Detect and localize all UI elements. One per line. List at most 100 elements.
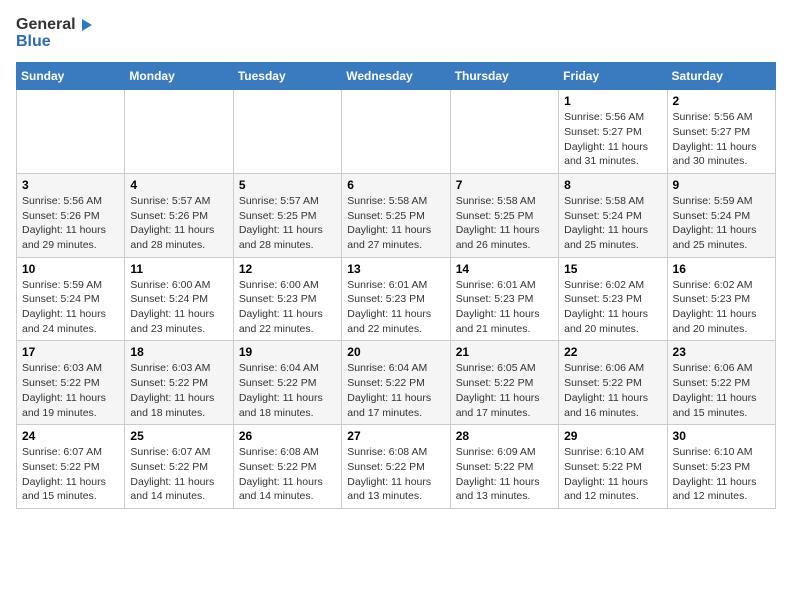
calendar-cell: 1Sunrise: 5:56 AM Sunset: 5:27 PM Daylig… [559, 90, 667, 174]
day-info: Sunrise: 6:10 AM Sunset: 5:22 PM Dayligh… [564, 445, 661, 504]
day-number: 20 [347, 345, 444, 359]
calendar-cell: 14 Sunrise: 6:01 AM Sunset: 5:23 PM Dayli… [450, 257, 558, 341]
logo: General Blue [16, 16, 94, 50]
day-info: Sunrise: 5:56 AM Sunset: 5:27 PM Dayligh… [564, 110, 661, 169]
day-info: Sunrise: 6:10 AM Sunset: 5:23 PM Dayligh… [673, 445, 770, 504]
day-number: 29 [564, 429, 661, 443]
calendar-cell: 27 Sunrise: 6:08 AM Sunset: 5:22 PM Dayli… [342, 425, 450, 509]
calendar-cell: 9Sunrise: 5:59 AM Sunset: 5:24 PM Daylig… [667, 173, 775, 257]
logo-blue-text: Blue [16, 33, 94, 51]
day-number: 25 [130, 429, 227, 443]
day-number: 5 [239, 178, 336, 192]
day-info: Sunrise: 6:06 AM Sunset: 5:22 PM Dayligh… [673, 361, 770, 420]
page-header: General Blue [16, 16, 776, 50]
day-info: Sunrise: 5:58 AM Sunset: 5:25 PM Dayligh… [347, 194, 444, 253]
calendar-cell: 6Sunrise: 5:58 AM Sunset: 5:25 PM Daylig… [342, 173, 450, 257]
calendar-cell: 29 Sunrise: 6:10 AM Sunset: 5:22 PM Dayli… [559, 425, 667, 509]
day-number: 18 [130, 345, 227, 359]
week-row-4: 24Sunrise: 6:07 AM Sunset: 5:22 PM Dayli… [17, 425, 776, 509]
day-info: Sunrise: 6:01 AM Sunset: 5:23 PM Dayligh… [347, 278, 444, 337]
calendar-cell [125, 90, 233, 174]
calendar-cell: 2 Sunrise: 5:56 AM Sunset: 5:27 PM Daylig… [667, 90, 775, 174]
day-number: 10 [22, 262, 119, 276]
day-info: Sunrise: 6:06 AM Sunset: 5:22 PM Dayligh… [564, 361, 661, 420]
weekday-header-saturday: Saturday [667, 63, 775, 90]
day-number: 7 [456, 178, 553, 192]
calendar-cell: 10 Sunrise: 5:59 AM Sunset: 5:24 PM Dayli… [17, 257, 125, 341]
calendar-cell: 19Sunrise: 6:04 AM Sunset: 5:22 PM Dayli… [233, 341, 341, 425]
day-info: Sunrise: 6:09 AM Sunset: 5:22 PM Dayligh… [456, 445, 553, 504]
day-number: 26 [239, 429, 336, 443]
calendar-cell: 16 Sunrise: 6:02 AM Sunset: 5:23 PM Dayli… [667, 257, 775, 341]
day-info: Sunrise: 6:07 AM Sunset: 5:22 PM Dayligh… [130, 445, 227, 504]
day-info: Sunrise: 6:04 AM Sunset: 5:22 PM Dayligh… [347, 361, 444, 420]
day-info: Sunrise: 6:02 AM Sunset: 5:23 PM Dayligh… [564, 278, 661, 337]
calendar-cell: 8 Sunrise: 5:58 AM Sunset: 5:24 PM Daylig… [559, 173, 667, 257]
day-info: Sunrise: 5:58 AM Sunset: 5:25 PM Dayligh… [456, 194, 553, 253]
day-info: Sunrise: 6:01 AM Sunset: 5:23 PM Dayligh… [456, 278, 553, 337]
day-info: Sunrise: 6:08 AM Sunset: 5:22 PM Dayligh… [239, 445, 336, 504]
day-info: Sunrise: 6:00 AM Sunset: 5:24 PM Dayligh… [130, 278, 227, 337]
calendar-cell: 3 Sunrise: 5:56 AM Sunset: 5:26 PM Daylig… [17, 173, 125, 257]
weekday-header-friday: Friday [559, 63, 667, 90]
day-info: Sunrise: 6:08 AM Sunset: 5:22 PM Dayligh… [347, 445, 444, 504]
day-number: 9 [673, 178, 770, 192]
day-info: Sunrise: 5:56 AM Sunset: 5:27 PM Dayligh… [673, 110, 770, 169]
calendar-cell: 12Sunrise: 6:00 AM Sunset: 5:23 PM Dayli… [233, 257, 341, 341]
day-number: 2 [673, 94, 770, 108]
calendar-cell: 17 Sunrise: 6:03 AM Sunset: 5:22 PM Dayli… [17, 341, 125, 425]
day-info: Sunrise: 5:57 AM Sunset: 5:26 PM Dayligh… [130, 194, 227, 253]
calendar-cell: 28Sunrise: 6:09 AM Sunset: 5:22 PM Dayli… [450, 425, 558, 509]
day-number: 22 [564, 345, 661, 359]
calendar-cell: 5 Sunrise: 5:57 AM Sunset: 5:25 PM Daylig… [233, 173, 341, 257]
day-number: 14 [456, 262, 553, 276]
weekday-header-monday: Monday [125, 63, 233, 90]
calendar-cell: 4 Sunrise: 5:57 AM Sunset: 5:26 PM Daylig… [125, 173, 233, 257]
calendar-cell: 23 Sunrise: 6:06 AM Sunset: 5:22 PM Dayli… [667, 341, 775, 425]
calendar-cell: 24Sunrise: 6:07 AM Sunset: 5:22 PM Dayli… [17, 425, 125, 509]
calendar-body: 1Sunrise: 5:56 AM Sunset: 5:27 PM Daylig… [17, 90, 776, 509]
logo-general-text: General [16, 16, 76, 34]
calendar-cell: 26 Sunrise: 6:08 AM Sunset: 5:22 PM Dayli… [233, 425, 341, 509]
week-row-2: 10 Sunrise: 5:59 AM Sunset: 5:24 PM Dayli… [17, 257, 776, 341]
calendar-cell: 11 Sunrise: 6:00 AM Sunset: 5:24 PM Dayli… [125, 257, 233, 341]
calendar-cell: 25 Sunrise: 6:07 AM Sunset: 5:22 PM Dayli… [125, 425, 233, 509]
day-info: Sunrise: 5:58 AM Sunset: 5:24 PM Dayligh… [564, 194, 661, 253]
calendar-cell [17, 90, 125, 174]
logo-svg-block: General Blue [16, 16, 94, 50]
day-number: 21 [456, 345, 553, 359]
day-info: Sunrise: 6:03 AM Sunset: 5:22 PM Dayligh… [22, 361, 119, 420]
day-number: 23 [673, 345, 770, 359]
day-info: Sunrise: 5:59 AM Sunset: 5:24 PM Dayligh… [22, 278, 119, 337]
day-number: 30 [673, 429, 770, 443]
weekday-header-sunday: Sunday [17, 63, 125, 90]
day-number: 8 [564, 178, 661, 192]
calendar-cell: 30 Sunrise: 6:10 AM Sunset: 5:23 PM Dayli… [667, 425, 775, 509]
day-info: Sunrise: 6:02 AM Sunset: 5:23 PM Dayligh… [673, 278, 770, 337]
day-number: 4 [130, 178, 227, 192]
weekday-header-thursday: Thursday [450, 63, 558, 90]
day-info: Sunrise: 6:05 AM Sunset: 5:22 PM Dayligh… [456, 361, 553, 420]
day-info: Sunrise: 6:04 AM Sunset: 5:22 PM Dayligh… [239, 361, 336, 420]
day-info: Sunrise: 5:56 AM Sunset: 5:26 PM Dayligh… [22, 194, 119, 253]
calendar-cell: 22 Sunrise: 6:06 AM Sunset: 5:22 PM Dayli… [559, 341, 667, 425]
day-number: 17 [22, 345, 119, 359]
weekday-header-tuesday: Tuesday [233, 63, 341, 90]
calendar-cell: 21 Sunrise: 6:05 AM Sunset: 5:22 PM Dayli… [450, 341, 558, 425]
day-number: 3 [22, 178, 119, 192]
weekday-header-row: SundayMondayTuesdayWednesdayThursdayFrid… [17, 63, 776, 90]
calendar-cell: 20 Sunrise: 6:04 AM Sunset: 5:22 PM Dayli… [342, 341, 450, 425]
calendar-table: SundayMondayTuesdayWednesdayThursdayFrid… [16, 62, 776, 509]
calendar-cell [342, 90, 450, 174]
day-number: 12 [239, 262, 336, 276]
calendar-cell: 18Sunrise: 6:03 AM Sunset: 5:22 PM Dayli… [125, 341, 233, 425]
day-info: Sunrise: 6:07 AM Sunset: 5:22 PM Dayligh… [22, 445, 119, 504]
day-info: Sunrise: 5:57 AM Sunset: 5:25 PM Dayligh… [239, 194, 336, 253]
day-number: 27 [347, 429, 444, 443]
day-number: 16 [673, 262, 770, 276]
calendar-cell: 7 Sunrise: 5:58 AM Sunset: 5:25 PM Daylig… [450, 173, 558, 257]
weekday-header-wednesday: Wednesday [342, 63, 450, 90]
day-number: 15 [564, 262, 661, 276]
calendar-cell [233, 90, 341, 174]
day-number: 11 [130, 262, 227, 276]
